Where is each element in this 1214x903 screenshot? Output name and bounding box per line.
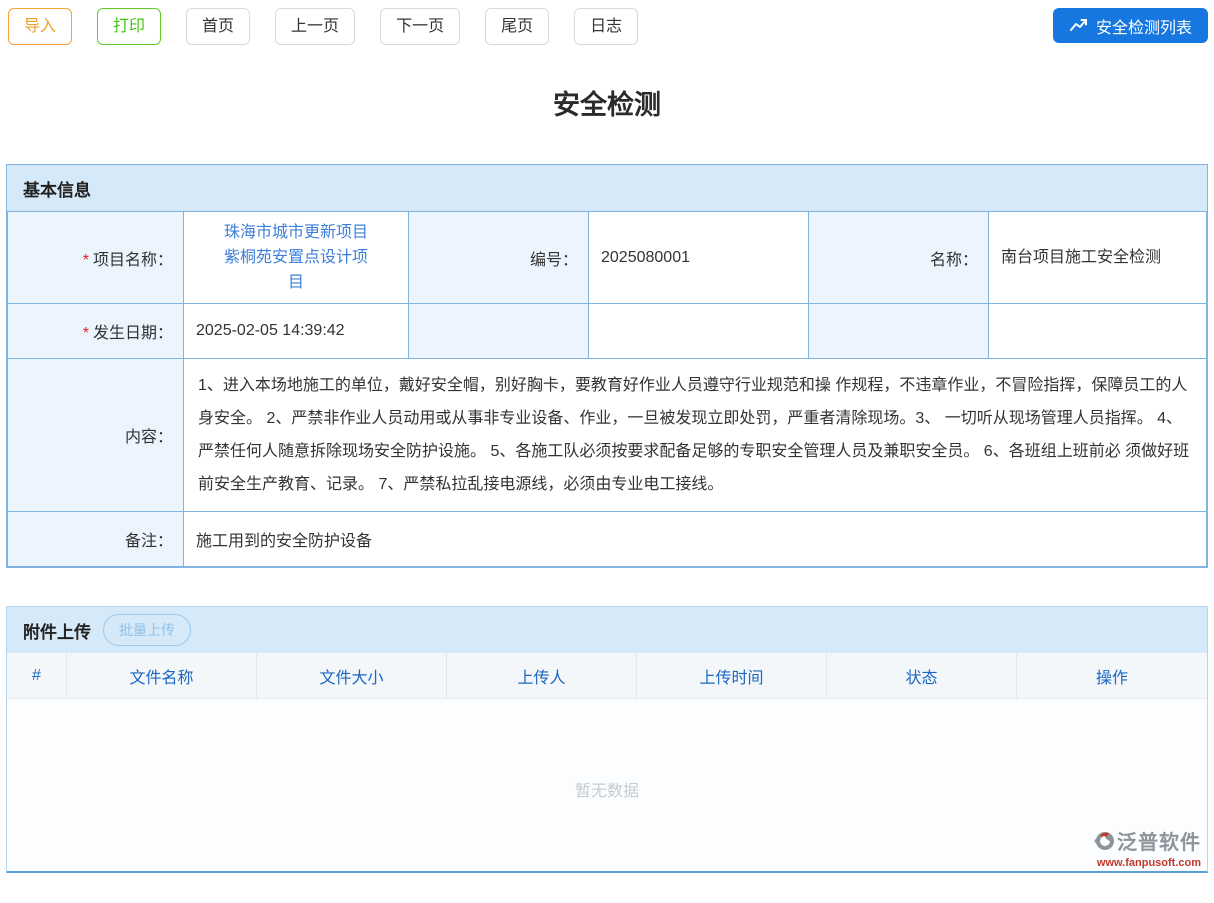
attachments-empty-area: 暂无数据 泛普软件 www.fanpusoft.com <box>7 699 1207 871</box>
log-button[interactable]: 日志 <box>574 8 638 45</box>
attachments-header: 附件上传 批量上传 <box>7 607 1207 653</box>
empty-value-cell <box>589 304 809 359</box>
code-label: 编号： <box>409 212 589 304</box>
required-asterisk: * <box>83 325 89 342</box>
col-index: # <box>7 653 67 698</box>
col-uploader: 上传人 <box>447 653 637 698</box>
vendor-watermark: 泛普软件 www.fanpusoft.com <box>1091 830 1201 869</box>
occur-date-value: 2025-02-05 14:39:42 <box>184 304 409 359</box>
project-name-link[interactable]: 珠海市城市更新项目紫桐苑安置点设计项目 <box>220 220 372 295</box>
basic-info-panel: 基本信息 *项目名称： 珠海市城市更新项目紫桐苑安置点设计项目 编号： 2025… <box>6 164 1208 568</box>
col-file-name: 文件名称 <box>67 653 257 698</box>
content-value: 1、进入本场地施工的单位，戴好安全帽，别好胸卡，要教育好作业人员遵守行业规范和操… <box>184 359 1207 512</box>
col-file-size: 文件大小 <box>257 653 447 698</box>
required-asterisk: * <box>83 252 89 269</box>
attachments-panel: 附件上传 批量上传 # 文件名称 文件大小 上传人 上传时间 状态 操作 暂无数… <box>6 606 1208 873</box>
content-label: 内容： <box>8 359 184 512</box>
col-status: 状态 <box>827 653 1017 698</box>
batch-upload-button[interactable]: 批量上传 <box>103 614 191 646</box>
basic-info-table: *项目名称： 珠海市城市更新项目紫桐苑安置点设计项目 编号： 202508000… <box>7 211 1207 567</box>
attachments-column-headers: # 文件名称 文件大小 上传人 上传时间 状态 操作 <box>7 653 1207 699</box>
safety-inspection-list-label: 安全检测列表 <box>1096 14 1192 38</box>
last-page-button[interactable]: 尾页 <box>485 8 549 45</box>
page-title: 安全检测 <box>0 83 1214 122</box>
col-upload-time: 上传时间 <box>637 653 827 698</box>
safety-inspection-list-button[interactable]: 安全检测列表 <box>1053 8 1208 43</box>
fanpu-logo-icon <box>1091 830 1115 856</box>
top-toolbar: 导入 打印 首页 上一页 下一页 尾页 日志 安全检测列表 <box>0 0 1214 45</box>
no-data-text: 暂无数据 <box>7 777 1207 801</box>
vendor-name: 泛普软件 <box>1117 833 1201 853</box>
occur-date-label: *发生日期： <box>8 304 184 359</box>
prev-page-button[interactable]: 上一页 <box>275 8 355 45</box>
import-button[interactable]: 导入 <box>8 8 72 45</box>
basic-info-section-title: 基本信息 <box>7 165 1207 211</box>
name-value: 南台项目施工安全检测 <box>989 212 1207 304</box>
project-name-label: *项目名称： <box>8 212 184 304</box>
vendor-url: www.fanpusoft.com <box>1091 858 1201 869</box>
empty-label-cell <box>809 304 989 359</box>
attachments-section-title: 附件上传 <box>23 618 91 643</box>
col-actions: 操作 <box>1017 653 1207 698</box>
empty-value-cell <box>989 304 1207 359</box>
print-button[interactable]: 打印 <box>97 8 161 45</box>
remark-label: 备注： <box>8 512 184 567</box>
project-name-cell: 珠海市城市更新项目紫桐苑安置点设计项目 <box>184 212 409 304</box>
name-label: 名称： <box>809 212 989 304</box>
next-page-button[interactable]: 下一页 <box>380 8 460 45</box>
code-value: 2025080001 <box>589 212 809 304</box>
remark-value: 施工用到的安全防护设备 <box>184 512 1207 567</box>
trending-up-icon <box>1069 17 1088 34</box>
first-page-button[interactable]: 首页 <box>186 8 250 45</box>
empty-label-cell <box>409 304 589 359</box>
